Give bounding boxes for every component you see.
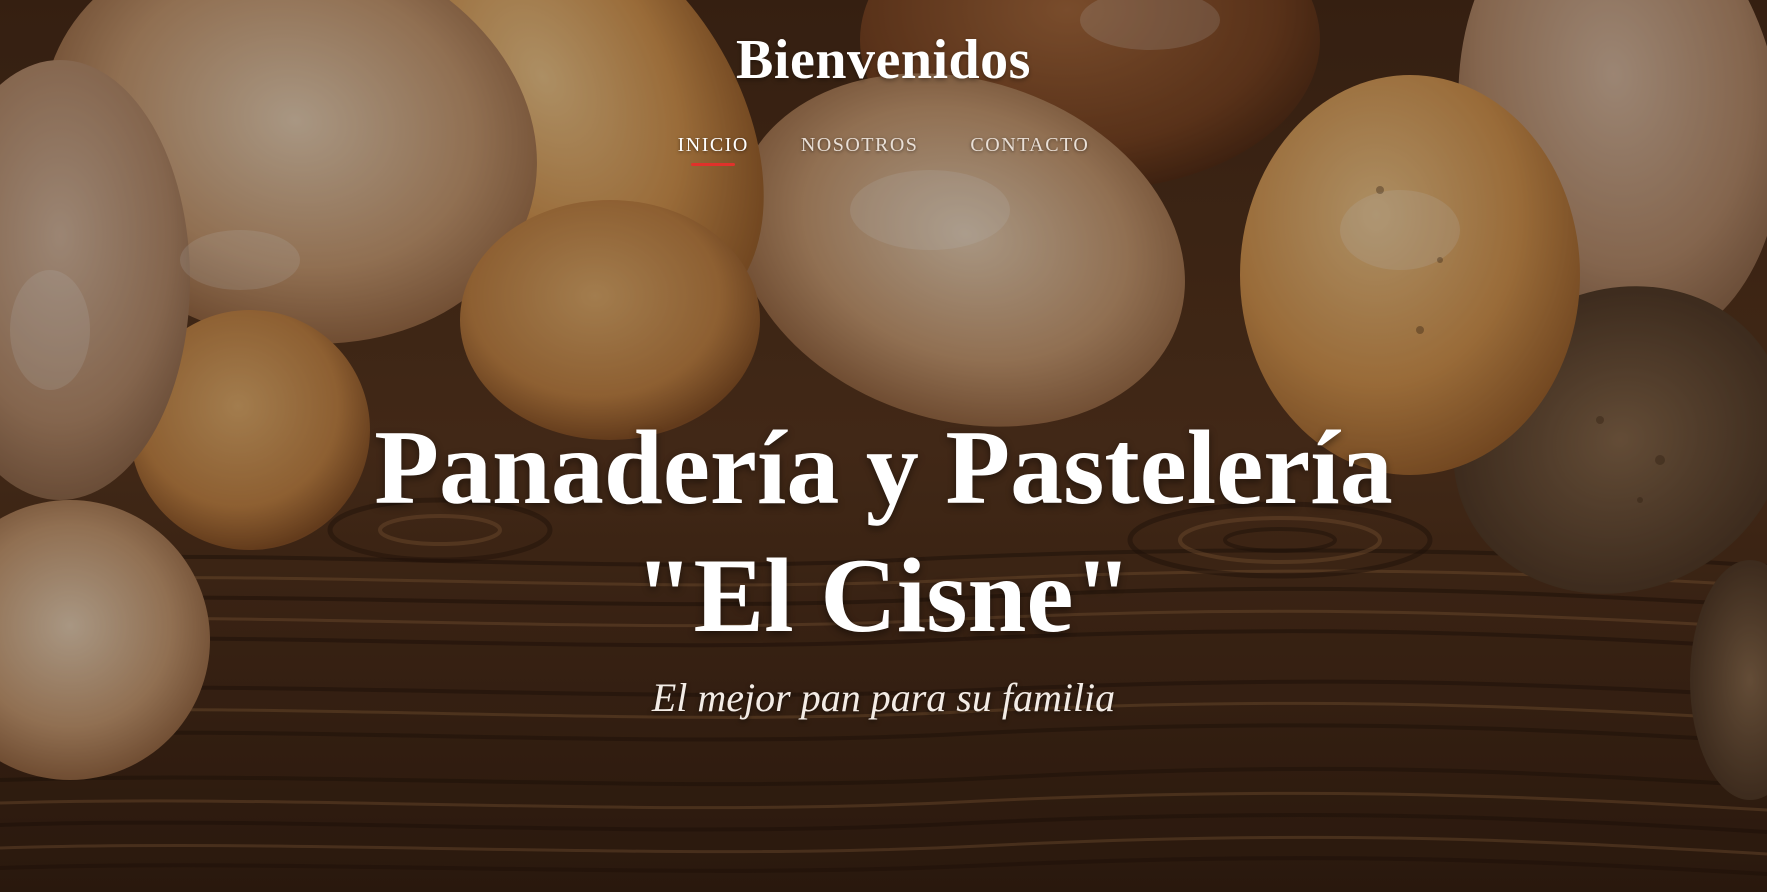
nav-active-indicator xyxy=(691,163,736,166)
main-navigation: INICIO NOSOTROS CONTACTO xyxy=(0,130,1767,166)
nav-item-label: NOSOTROS xyxy=(800,134,919,156)
hero-tagline: El mejor pan para su familia xyxy=(651,675,1116,720)
nav-item-label: CONTACTO xyxy=(970,134,1090,156)
nav-item-contacto[interactable]: CONTACTO xyxy=(944,130,1115,160)
hero-headline-line-1: Panadería y Pastelería xyxy=(374,409,1393,526)
hero-headline-line-2: "El Cisne" xyxy=(634,537,1133,654)
hero-section: Bienvenidos INICIO NOSOTROS CONTACTO Pan… xyxy=(0,0,1767,892)
nav-item-inicio[interactable]: INICIO xyxy=(652,130,775,166)
nav-item-label: INICIO xyxy=(677,134,749,156)
site-title: Bienvenidos xyxy=(736,29,1031,91)
hero-headline: Panadería y Pastelería "El Cisne" xyxy=(0,404,1767,660)
nav-item-nosotros[interactable]: NOSOTROS xyxy=(775,130,945,160)
